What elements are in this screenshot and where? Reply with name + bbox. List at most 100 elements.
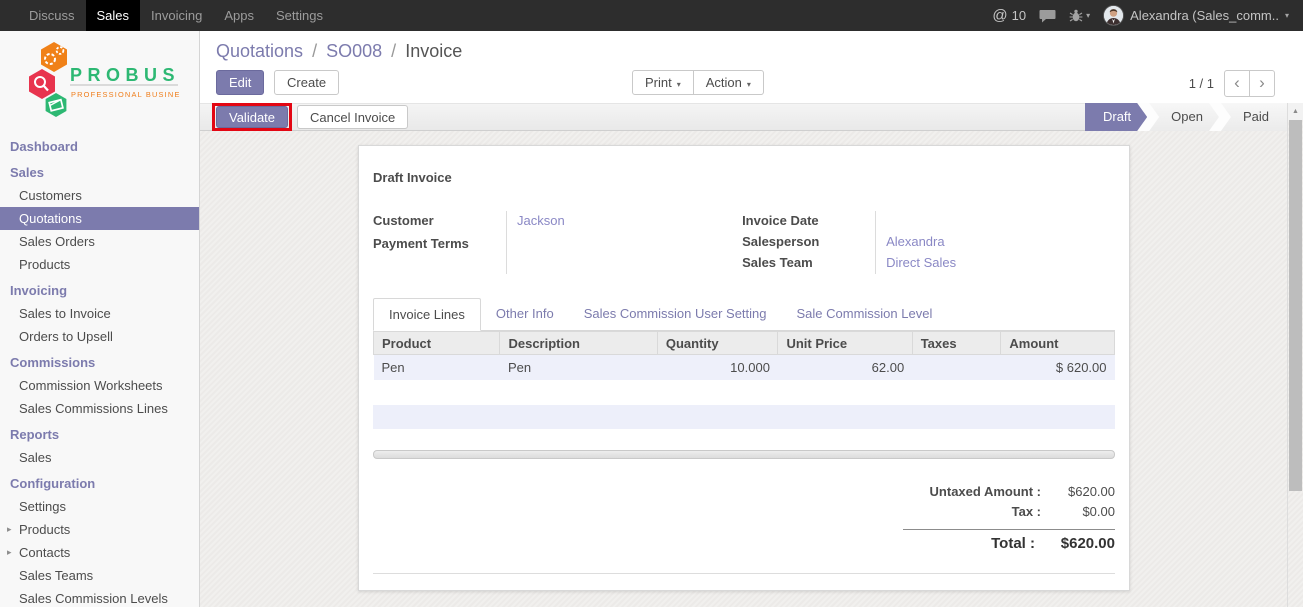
sidebar-item-config-products[interactable]: ▸ Products (0, 518, 199, 541)
table-row[interactable]: Pen Pen 10.000 62.00 $ 620.00 (374, 355, 1115, 380)
create-button[interactable]: Create (274, 70, 339, 95)
tab-sale-commission-level[interactable]: Sale Commission Level (782, 298, 948, 330)
tax-value: $0.00 (1051, 503, 1115, 523)
column-unit-price: Unit Price (778, 332, 912, 355)
mention-count: 10 (1012, 8, 1026, 23)
salesperson-value[interactable]: Alexandra (886, 232, 1115, 253)
cell-description: Pen (500, 355, 657, 380)
horizontal-scrollbar[interactable] (373, 450, 1115, 459)
sidebar-nav: Dashboard Sales Customers Quotations Sal… (0, 132, 199, 607)
chevron-down-icon: ▾ (677, 80, 681, 89)
tab-invoice-lines[interactable]: Invoice Lines (373, 298, 481, 331)
total-row: Total : $620.00 (903, 529, 1115, 553)
sidebar-item-sales-commissions-lines[interactable]: Sales Commissions Lines (0, 397, 199, 420)
expand-caret-icon[interactable]: ▸ (7, 547, 12, 558)
payment-terms-value[interactable] (517, 234, 702, 257)
scroll-up-arrow-icon[interactable]: ▲ (1288, 103, 1303, 120)
payment-terms-label: Payment Terms (373, 234, 506, 257)
status-widget: Draft Open Paid (1085, 103, 1287, 131)
logo-hex-green (45, 93, 66, 117)
column-amount: Amount (1001, 332, 1115, 355)
untaxed-amount-value: $620.00 (1051, 483, 1115, 503)
breadcrumb: Quotations / SO008 / Invoice (216, 41, 1281, 62)
control-panel: Quotations / SO008 / Invoice Edit Create… (200, 31, 1287, 103)
vertical-scrollbar[interactable]: ▲ (1287, 103, 1303, 607)
cell-quantity: 10.000 (657, 355, 778, 380)
sidebar-item-products[interactable]: Products (0, 253, 199, 276)
status-paid[interactable]: Paid (1221, 103, 1287, 131)
menu-settings[interactable]: Settings (265, 0, 334, 31)
status-open[interactable]: Open (1149, 103, 1219, 131)
sidebar-item-orders-to-upsell[interactable]: Orders to Upsell (0, 325, 199, 348)
action-menu-button[interactable]: Action▾ (693, 70, 764, 95)
print-menu-button[interactable]: Print ▾ (632, 70, 694, 95)
sidebar-item-settings[interactable]: Settings (0, 495, 199, 518)
sidebar-item-config-contacts[interactable]: ▸Contacts (0, 541, 199, 564)
sidebar-item-dashboard[interactable]: Dashboard (0, 132, 199, 158)
user-name: Alexandra (Sales_comm.. (1130, 8, 1279, 23)
tab-sales-commission-user-setting[interactable]: Sales Commission User Setting (569, 298, 782, 330)
tax-row: Tax : $0.00 (903, 503, 1115, 523)
breadcrumb-so008[interactable]: SO008 (326, 41, 382, 61)
customer-value[interactable]: Jackson (517, 211, 702, 234)
sidebar-item-sales-teams[interactable]: Sales Teams (0, 564, 199, 587)
app-window: Discuss Sales Invoicing Apps Settings @ … (0, 0, 1303, 607)
tab-other-info[interactable]: Other Info (481, 298, 569, 330)
sales-team-label: Sales Team (742, 253, 875, 274)
menu-discuss[interactable]: Discuss (18, 0, 86, 31)
invoice-date-value[interactable] (886, 211, 1115, 232)
scrollbar-thumb[interactable] (1289, 120, 1302, 491)
cell-product: Pen (374, 355, 500, 380)
sidebar-item-reports-sales[interactable]: Sales (0, 446, 199, 469)
sidebar-item-sales-orders[interactable]: Sales Orders (0, 230, 199, 253)
user-menu[interactable]: Alexandra (Sales_comm.. ▾ (1103, 5, 1289, 26)
mentions-counter[interactable]: @ 10 (992, 7, 1026, 24)
print-label: Print (645, 75, 672, 90)
expand-caret-icon[interactable]: ▸ (7, 524, 12, 535)
action-label: Action (706, 75, 742, 90)
sidebar-item-label: Products (19, 522, 70, 537)
breadcrumb-quotations[interactable]: Quotations (216, 41, 303, 61)
pager-nav: ‹ › (1224, 70, 1275, 97)
field-groups: Customer Payment Terms Jackson Invoice D… (373, 211, 1115, 274)
action-menus: Print ▾ Action▾ (632, 70, 764, 95)
cancel-invoice-button[interactable]: Cancel Invoice (297, 105, 408, 129)
table-header-row: Product Description Quantity Unit Price … (374, 332, 1115, 355)
invoice-lines-table: Product Description Quantity Unit Price … (373, 331, 1115, 380)
sidebar-item-quotations[interactable]: Quotations (0, 207, 199, 230)
debug-menu-button[interactable]: ▾ (1069, 9, 1090, 22)
untaxed-amount-label: Untaxed Amount : (903, 483, 1051, 503)
sales-team-value[interactable]: Direct Sales (886, 253, 1115, 274)
logo-hex-red (29, 69, 55, 99)
menu-apps[interactable]: Apps (213, 0, 265, 31)
column-product: Product (374, 332, 500, 355)
status-draft[interactable]: Draft (1085, 103, 1147, 131)
salesperson-label: Salesperson (742, 232, 875, 253)
sidebar-heading-commissions: Commissions (0, 348, 199, 374)
form-view: Draft Invoice Customer Payment Terms Jac… (200, 131, 1287, 607)
probuse-logo: PROBUSE PROFESSIONAL BUSINESS (20, 41, 180, 122)
pager-next-button[interactable]: › (1249, 70, 1275, 97)
untaxed-amount-row: Untaxed Amount : $620.00 (903, 483, 1115, 503)
pager-previous-button[interactable]: ‹ (1224, 70, 1250, 97)
sheet-divider (373, 573, 1115, 574)
left-field-group: Customer Payment Terms Jackson (373, 211, 702, 274)
total-value: $620.00 (1045, 535, 1115, 553)
sidebar-item-sales-commission-levels[interactable]: Sales Commission Levels (0, 587, 199, 607)
tax-label: Tax : (903, 503, 1051, 523)
sidebar-item-customers[interactable]: Customers (0, 184, 199, 207)
at-icon: @ (992, 7, 1007, 24)
menu-sales[interactable]: Sales (86, 0, 141, 31)
sidebar-item-commission-worksheets[interactable]: Commission Worksheets (0, 374, 199, 397)
menu-invoicing[interactable]: Invoicing (140, 0, 213, 31)
messages-button[interactable] (1039, 9, 1056, 23)
statusbar-buttons: Validate Cancel Invoice (212, 103, 408, 131)
edit-button[interactable]: Edit (216, 70, 264, 95)
empty-note-band (373, 405, 1115, 429)
cell-taxes (912, 355, 1001, 380)
validate-button[interactable]: Validate (216, 106, 288, 128)
invoice-sheet: Draft Invoice Customer Payment Terms Jac… (358, 145, 1130, 591)
right-field-group: Invoice Date Salesperson Sales Team Alex… (742, 211, 1115, 274)
main-content: Quotations / SO008 / Invoice Edit Create… (200, 31, 1303, 607)
sidebar-item-sales-to-invoice[interactable]: Sales to Invoice (0, 302, 199, 325)
